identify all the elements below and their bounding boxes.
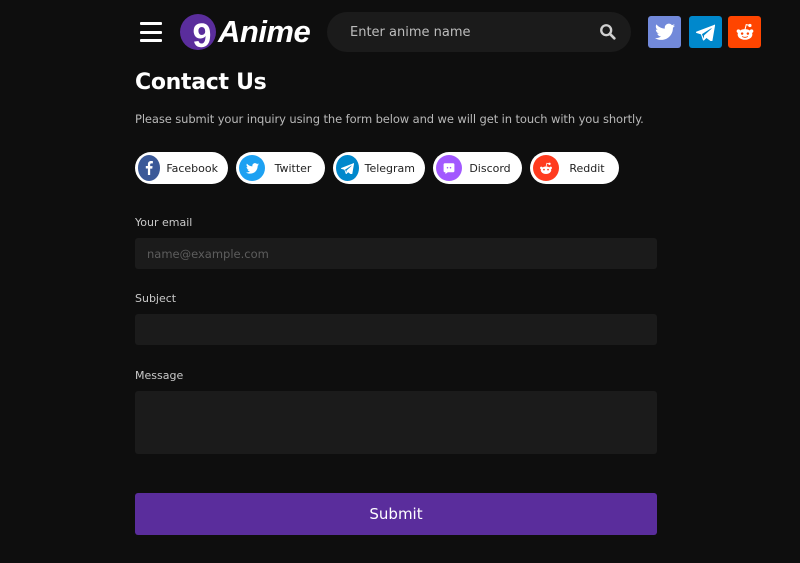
share-reddit-button[interactable]: Reddit: [530, 152, 619, 184]
share-telegram-label: Telegram: [364, 161, 415, 175]
twitter-icon: [654, 23, 675, 40]
page-title: Contact Us: [135, 70, 267, 95]
contact-section: Contact Us Please submit your inquiry us…: [135, 64, 657, 535]
hamburger-line: [140, 22, 162, 25]
share-telegram-button[interactable]: Telegram: [333, 152, 425, 184]
reddit-icon: [736, 23, 753, 40]
site-header: 9 Anime: [0, 0, 800, 64]
share-facebook-label: Facebook: [166, 161, 218, 175]
message-label: Message: [135, 369, 184, 382]
email-group: Your email: [135, 211, 657, 269]
facebook-icon: [145, 161, 154, 175]
hamburger-line: [140, 39, 162, 42]
share-facebook-button[interactable]: Facebook: [135, 152, 228, 184]
reddit-icon: [540, 162, 552, 174]
twitter-icon: [245, 162, 259, 174]
logo-digit: 9: [192, 17, 212, 55]
submit-button[interactable]: Submit: [135, 493, 657, 535]
header-reddit-button[interactable]: [728, 16, 761, 48]
logo-badge: 9: [180, 14, 216, 55]
email-field[interactable]: [135, 238, 657, 269]
subject-label: Subject: [135, 292, 177, 305]
contact-form: Your email Subject Message Submit: [135, 211, 657, 535]
telegram-icon: [696, 24, 715, 41]
share-buttons: Facebook Twitter Telegram Discord Reddit: [135, 152, 657, 184]
message-field[interactable]: [135, 391, 657, 454]
search-input[interactable]: [350, 24, 599, 40]
share-reddit-label: Reddit: [569, 161, 605, 175]
telegram-icon: [340, 162, 354, 174]
share-discord-button[interactable]: Discord: [433, 152, 522, 184]
share-twitter-button[interactable]: Twitter: [236, 152, 325, 184]
hamburger-line: [140, 30, 162, 34]
menu-button[interactable]: [140, 22, 162, 42]
message-group: Message: [135, 364, 657, 454]
page-description: Please submit your inquiry using the for…: [135, 112, 644, 126]
email-label: Your email: [135, 216, 193, 229]
header-telegram-button[interactable]: [689, 16, 722, 48]
share-twitter-label: Twitter: [274, 161, 312, 175]
share-discord-label: Discord: [469, 161, 511, 175]
subject-field[interactable]: [135, 314, 657, 345]
discord-icon: [443, 163, 455, 174]
header-twitter-button[interactable]: [648, 16, 681, 48]
search-icon[interactable]: [599, 23, 617, 41]
subject-group: Subject: [135, 287, 657, 345]
logo-text: Anime: [218, 14, 311, 49]
site-logo[interactable]: 9 Anime: [180, 13, 311, 55]
search-bar: [327, 12, 631, 52]
